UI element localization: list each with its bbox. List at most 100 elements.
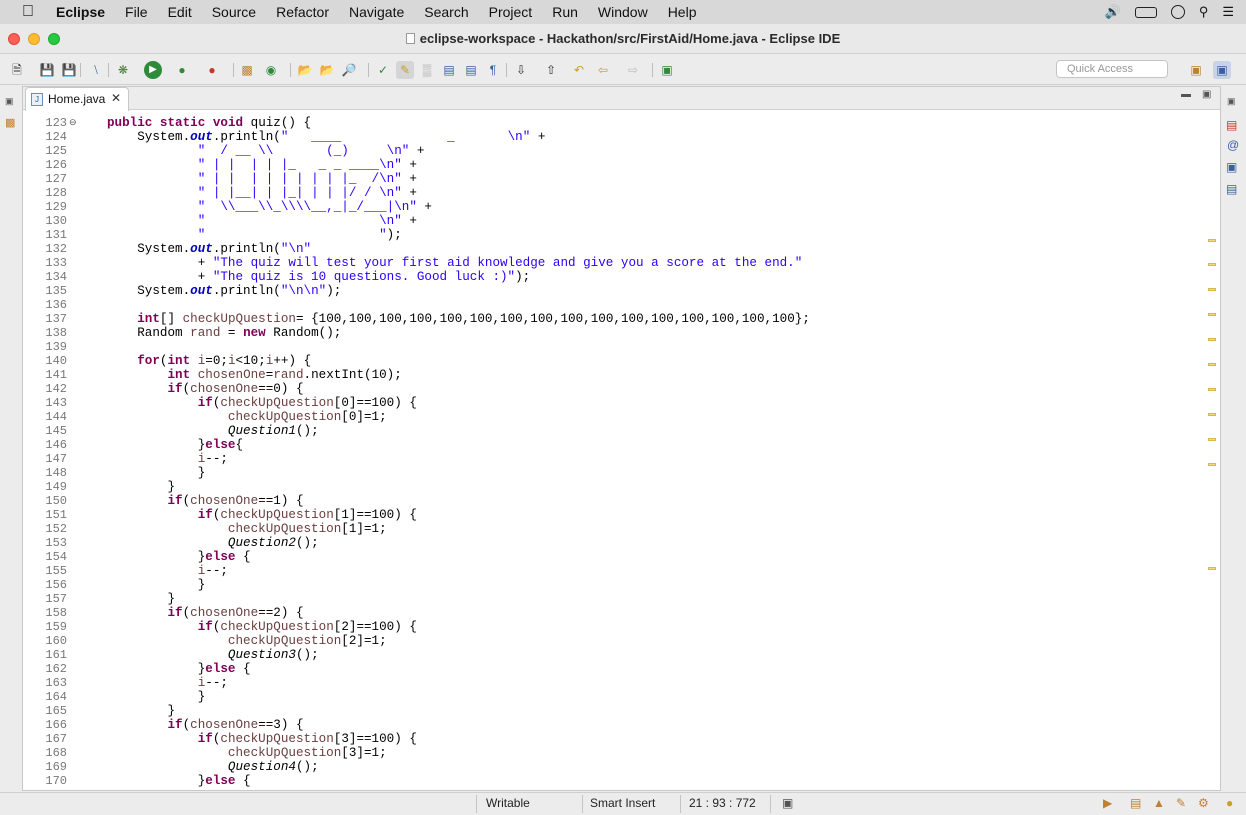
code-line[interactable]: if(chosenOne==0) { (107, 382, 303, 396)
code-line[interactable]: " | |__| | |_| | | |/ / \n" + (107, 186, 417, 200)
menu-app-eclipse[interactable]: Eclipse (56, 4, 115, 20)
pin-editor-icon[interactable]: ▣ (658, 61, 676, 79)
menu-refactor[interactable]: Refactor (266, 4, 339, 20)
debug-icon[interactable]: ❋ (114, 61, 132, 79)
new-java-class-icon[interactable]: ◉ (262, 61, 280, 79)
code-line[interactable]: }else{ (107, 438, 243, 452)
toggle-breadcrumb-icon[interactable]: ✓ (374, 61, 392, 79)
toggle-block-selection-icon[interactable]: ▒ (418, 61, 436, 79)
package-explorer-icon[interactable]: ▩ (5, 116, 19, 130)
declaration-icon[interactable]: ▣ (1226, 160, 1240, 174)
minimize-editor-icon[interactable]: ▬ (1181, 89, 1191, 100)
save-all-icon[interactable]: 💾 (60, 61, 78, 79)
code-line[interactable]: i--; (107, 676, 228, 690)
new-wizard-icon[interactable]: 🗎 (8, 61, 26, 79)
cursor-position-status[interactable]: 21 : 93 : 772 (689, 796, 756, 810)
outline-icon[interactable]: ▤ (1226, 118, 1240, 132)
javadoc-icon[interactable]: @ (1227, 138, 1241, 152)
tip-icon[interactable]: ▶ (1103, 796, 1112, 810)
pencil-icon[interactable]: ✎ (1176, 796, 1186, 810)
overview-warning-marker[interactable] (1208, 567, 1216, 570)
code-line[interactable]: Question1(); (107, 424, 319, 438)
spotlight-search-icon[interactable]: ⚲ (1199, 4, 1209, 20)
close-tab-icon[interactable]: ✕ (111, 91, 121, 105)
new-java-package-icon[interactable]: ▩ (238, 61, 256, 79)
code-line[interactable]: if(checkUpQuestion[0]==100) { (107, 396, 417, 410)
code-line[interactable]: i--; (107, 564, 228, 578)
overview-warning-marker[interactable] (1208, 413, 1216, 416)
menu-navigate[interactable]: Navigate (339, 4, 414, 20)
code-line[interactable]: } (107, 578, 206, 592)
show-source-of-element-icon[interactable]: ▤ (462, 61, 480, 79)
skip-breakpoints-icon[interactable]: ⧵ (87, 61, 105, 79)
code-line[interactable]: " / __ \\ (_) \n" + (107, 144, 425, 158)
code-line[interactable]: i--; (107, 452, 228, 466)
code-line[interactable]: if(chosenOne==3) { (107, 718, 303, 732)
run-icon[interactable]: ▶ (144, 61, 162, 79)
overview-warning-marker[interactable] (1208, 463, 1216, 466)
code-line[interactable]: }else { (107, 550, 251, 564)
tab-home-java[interactable]: J Home.java ✕ (25, 87, 129, 111)
code-line[interactable]: Random rand = new Random(); (107, 326, 341, 340)
volume-icon[interactable]: 🔊 (1105, 4, 1121, 20)
code-line[interactable]: " \\___\\_\\\\__,_|_/___|\n" + (107, 200, 432, 214)
java-perspective-icon[interactable]: ▣ (1213, 61, 1231, 79)
apple-menu-icon[interactable]:  (0, 3, 56, 21)
menu-source[interactable]: Source (202, 4, 266, 20)
code-line[interactable]: } (107, 690, 206, 704)
overview-warning-marker[interactable] (1208, 313, 1216, 316)
code-line[interactable]: " "); (107, 228, 402, 242)
code-line[interactable]: checkUpQuestion[1]=1; (107, 522, 387, 536)
save-icon[interactable]: 💾 (38, 61, 56, 79)
code-line[interactable]: checkUpQuestion[0]=1; (107, 410, 387, 424)
show-whitespace-icon[interactable]: ¶ (484, 61, 502, 79)
user-icon[interactable] (1170, 5, 1185, 19)
collapse-icon[interactable]: ⊖ (69, 117, 77, 128)
restore-icon[interactable]: ▣ (1227, 96, 1241, 110)
menu-run[interactable]: Run (542, 4, 588, 20)
overview-warning-marker[interactable] (1208, 363, 1216, 366)
code-line[interactable]: if(checkUpQuestion[3]==100) { (107, 732, 417, 746)
progress-icon[interactable]: ▣ (782, 796, 793, 810)
search-icon[interactable]: 🔎 (340, 61, 358, 79)
overview-warning-marker[interactable] (1208, 338, 1216, 341)
console-icon[interactable]: ▤ (1226, 182, 1240, 196)
next-annotation-icon[interactable]: ⇩ (512, 61, 530, 79)
gear-icon[interactable]: ⚙ (1198, 796, 1209, 810)
code-line[interactable]: Question3(); (107, 648, 319, 662)
toggle-word-wrap-icon[interactable]: ▤ (440, 61, 458, 79)
control-center-icon[interactable]: ☰ (1222, 4, 1234, 20)
previous-annotation-icon[interactable]: ⇧ (542, 61, 560, 79)
code-line[interactable]: if(chosenOne==1) { (107, 494, 303, 508)
menu-help[interactable]: Help (658, 4, 707, 20)
menu-file[interactable]: File (115, 4, 158, 20)
toggle-mark-occurrences-icon[interactable]: ✎ (396, 61, 414, 79)
insert-mode-status[interactable]: Smart Insert (590, 796, 655, 810)
code-line[interactable]: " | | | | | | | | |_ /\n" + (107, 172, 417, 186)
overview-warning-marker[interactable] (1208, 438, 1216, 441)
battery-icon[interactable] (1134, 6, 1157, 18)
code-line[interactable]: }else { (107, 774, 251, 788)
menu-edit[interactable]: Edit (158, 4, 202, 20)
code-line[interactable]: int[] checkUpQuestion= {100,100,100,100,… (107, 312, 810, 326)
quick-access-input[interactable]: Quick Access (1056, 60, 1168, 78)
book-icon[interactable]: ▤ (1130, 796, 1141, 810)
overview-warning-marker[interactable] (1208, 263, 1216, 266)
maximize-editor-icon[interactable]: ▣ (1202, 89, 1211, 100)
code-line[interactable]: for(int i=0;i<10;i++) { (107, 354, 311, 368)
back-icon[interactable]: ⇦ (594, 61, 612, 79)
code-area[interactable]: 123 124 125 126 127 128 129 130 131 132 133 134 135 1… (23, 111, 1221, 791)
menu-search[interactable]: Search (414, 4, 478, 20)
open-type-icon[interactable]: 📂 (296, 61, 314, 79)
code-line[interactable]: System.out.println("\n" (107, 242, 311, 256)
external-tools-icon[interactable]: ● (203, 61, 221, 79)
code-line[interactable]: Question2(); (107, 536, 319, 550)
overview-warning-marker[interactable] (1208, 388, 1216, 391)
code-line[interactable]: Question4(); (107, 760, 319, 774)
code-line[interactable]: int chosenOne=rand.nextInt(10); (107, 368, 401, 382)
code-line[interactable]: } (107, 592, 175, 606)
code-line[interactable]: if(checkUpQuestion[1]==100) { (107, 508, 417, 522)
code-line[interactable]: + "The quiz is 10 questions. Good luck :… (107, 270, 531, 284)
overview-warning-marker[interactable] (1208, 288, 1216, 291)
code-line[interactable]: System.out.println("\n\n"); (107, 284, 341, 298)
